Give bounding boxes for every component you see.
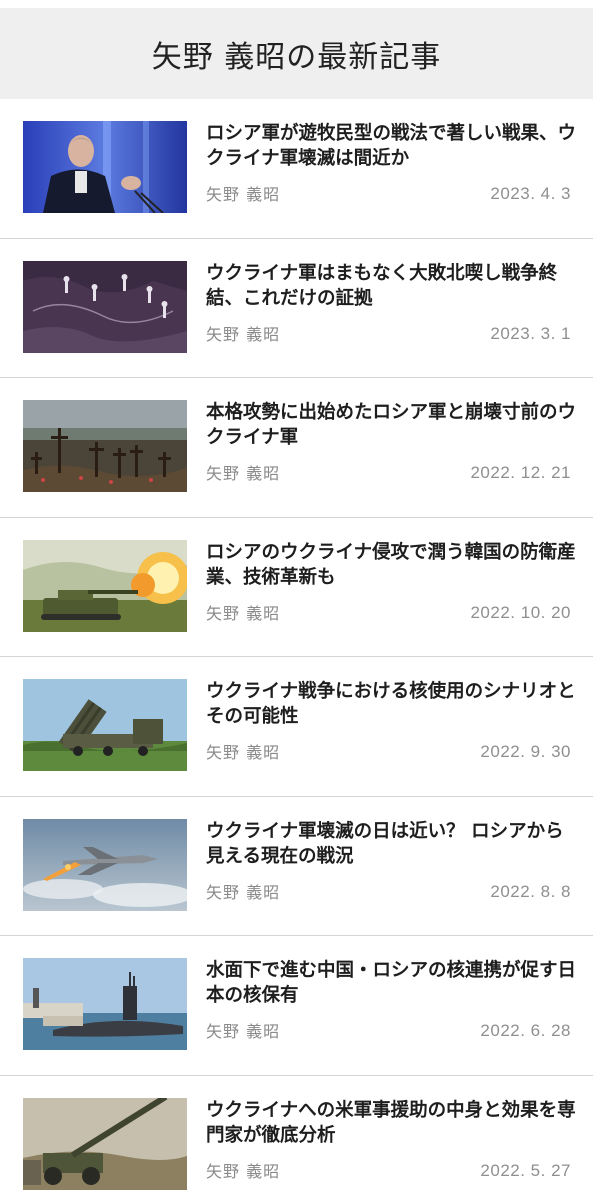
article-thumbnail[interactable]: [23, 400, 187, 492]
article-author: 矢野 義昭: [206, 1022, 281, 1041]
article-item[interactable]: ロシアのウクライナ侵攻で潤う韓国の防衛産業、技術革新も 矢野 義昭 2022. …: [0, 518, 593, 657]
article-title[interactable]: ウクライナ軍はまもなく大敗北喫し戦争終結、これだけの証拠: [206, 261, 576, 311]
article-item[interactable]: ウクライナ戦争における核使用のシナリオとその可能性 矢野 義昭 2022. 9.…: [0, 657, 593, 797]
article-author: 矢野 義昭: [206, 464, 281, 483]
article-title[interactable]: ウクライナ軍壊滅の日は近い？ ロシアから見える現在の戦況: [206, 819, 576, 869]
speaker-photo-icon: [23, 121, 187, 213]
article-date: 2022. 10. 20: [470, 602, 571, 622]
article-date: 2022. 9. 30: [480, 742, 571, 761]
page: 矢野 義昭の最新記事 ロシア軍が遊牧民型の戦法で著しい戦果、ウクライナ軍壊滅は間…: [0, 0, 593, 1200]
article-author: 矢野 義昭: [206, 743, 281, 762]
article-date: 2023. 4. 3: [490, 184, 571, 203]
fighter-jet-photo-icon: [23, 818, 187, 911]
map-photo-icon: [23, 260, 187, 353]
article-date: 2022. 12. 21: [470, 463, 571, 482]
article-author: 矢野 義昭: [206, 882, 281, 902]
article-thumbnail[interactable]: [23, 539, 187, 632]
header-bar: 矢野 義昭の最新記事: [0, 8, 593, 99]
article-author: 矢野 義昭: [206, 324, 281, 344]
article-title[interactable]: ロシアのウクライナ侵攻で潤う韓国の防衛産業、技術革新も: [206, 540, 576, 590]
artillery-gun-photo-icon: [23, 1097, 187, 1190]
article-thumbnail[interactable]: [23, 958, 187, 1050]
article-item[interactable]: ロシア軍が遊牧民型の戦法で著しい戦果、ウクライナ軍壊滅は間近か 矢野 義昭 20…: [0, 99, 593, 239]
article-author: 矢野 義昭: [206, 1161, 281, 1181]
article-date: 2023. 3. 1: [490, 323, 571, 343]
article-title[interactable]: 本格攻勢に出始めたロシア軍と崩壊寸前のウクライナ軍: [206, 400, 576, 450]
article-title[interactable]: 水面下で進む中国・ロシアの核連携が促す日本の核保有: [206, 958, 576, 1008]
article-thumbnail[interactable]: [23, 679, 187, 771]
article-item[interactable]: 本格攻勢に出始めたロシア軍と崩壊寸前のウクライナ軍 矢野 義昭 2022. 12…: [0, 378, 593, 518]
article-title[interactable]: ウクライナへの米軍事援助の中身と効果を専門家が徹底分析: [206, 1098, 576, 1148]
article-author: 矢野 義昭: [206, 185, 281, 204]
article-title[interactable]: ロシア軍が遊牧民型の戦法で著しい戦果、ウクライナ軍壊滅は間近か: [206, 121, 576, 171]
article-thumbnail[interactable]: [23, 260, 187, 353]
article-item[interactable]: ウクライナ軍はまもなく大敗北喫し戦争終結、これだけの証拠 矢野 義昭 2023.…: [0, 239, 593, 378]
article-thumbnail[interactable]: [23, 121, 187, 213]
article-author: 矢野 義昭: [206, 603, 281, 623]
article-date: 2022. 8. 8: [490, 881, 571, 901]
article-item[interactable]: ウクライナ軍壊滅の日は近い？ ロシアから見える現在の戦況 矢野 義昭 2022.…: [0, 797, 593, 936]
article-thumbnail[interactable]: [23, 1097, 187, 1190]
article-date: 2022. 6. 28: [480, 1021, 571, 1040]
page-title: 矢野 義昭の最新記事: [151, 39, 442, 75]
article-thumbnail[interactable]: [23, 818, 187, 911]
cemetery-photo-icon: [23, 400, 187, 492]
article-item[interactable]: ウクライナへの米軍事援助の中身と効果を専門家が徹底分析 矢野 義昭 2022. …: [0, 1076, 593, 1200]
article-item[interactable]: 水面下で進む中国・ロシアの核連携が促す日本の核保有 矢野 義昭 2022. 6.…: [0, 936, 593, 1076]
submarine-photo-icon: [23, 958, 187, 1050]
article-date: 2022. 5. 27: [480, 1160, 571, 1180]
rocket-launcher-photo-icon: [23, 679, 187, 771]
howitzer-photo-icon: [23, 539, 187, 632]
article-title[interactable]: ウクライナ戦争における核使用のシナリオとその可能性: [206, 679, 576, 729]
article-list: ロシア軍が遊牧民型の戦法で著しい戦果、ウクライナ軍壊滅は間近か 矢野 義昭 20…: [0, 99, 593, 1200]
